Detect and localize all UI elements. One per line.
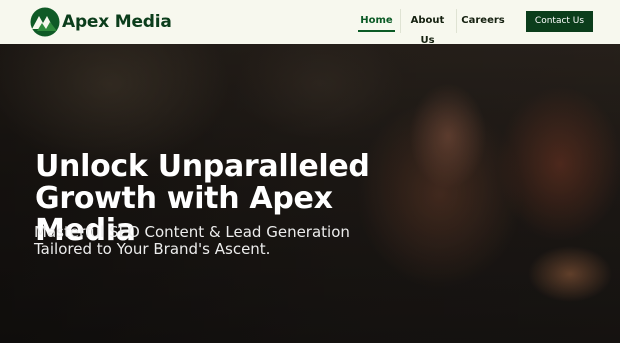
- nav-careers[interactable]: Careers: [459, 11, 507, 32]
- hero-section: Unlock Unparalleled Growth with Apex Med…: [0, 44, 620, 343]
- site-header: Apex Media Home About Us Careers Contact…: [0, 0, 620, 46]
- nav-about-us[interactable]: About Us: [403, 11, 452, 46]
- nav-divider: [456, 9, 457, 33]
- brand-name: Apex Media: [62, 12, 172, 32]
- contact-us-button[interactable]: Contact Us: [526, 11, 593, 32]
- hero-subtitle: Masterful SEO Content & Lead Generation …: [34, 223, 350, 258]
- nav-home[interactable]: Home: [358, 11, 395, 32]
- mountain-logo-icon: [30, 7, 60, 37]
- brand-logo[interactable]: Apex Media: [29, 7, 172, 37]
- nav-divider: [400, 9, 401, 33]
